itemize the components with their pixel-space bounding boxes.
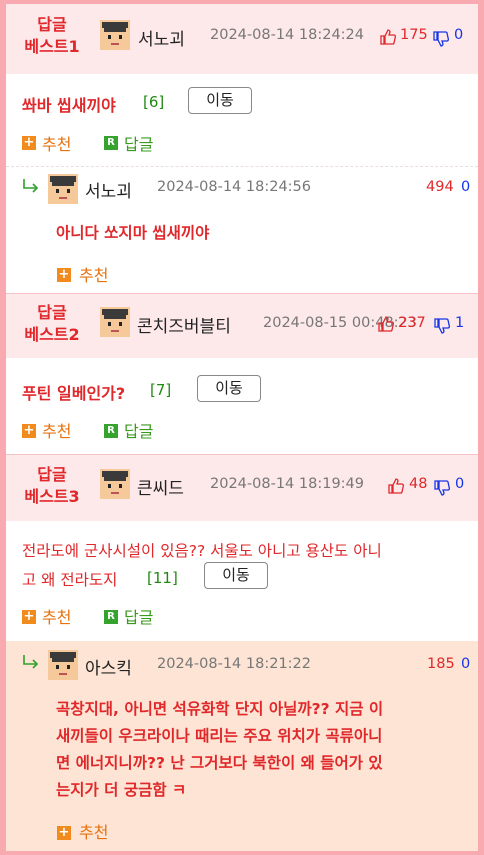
post-title[interactable]: 푸틴 일베인가? [22,380,125,404]
post-title[interactable]: 전라도에 군사시설이 있음?? 서울도 아니고 용산도 아니 [22,539,382,561]
best-badge-line1: 답글 [37,465,67,484]
upvote-count: 48 [409,476,428,492]
move-button[interactable]: 이동 [197,375,261,402]
reply-button[interactable]: 답글 [124,131,153,155]
thumbs-up-icon[interactable] [380,29,396,45]
comment-text-line1: 곡창지대, 아니면 석유화학 단지 아닐까?? 지금 이 [56,700,384,718]
plus-icon: + [57,825,71,840]
best-badge-line2: 베스트1 [24,37,80,56]
plus-icon: + [22,135,36,150]
upvote-count: 237 [398,315,426,331]
best-badge: 답글 베스트2 [12,302,92,346]
comment-text: 아니다 쏘지마 씹새끼야 [56,224,210,242]
comment-author[interactable]: 서노괴 [85,177,132,202]
recommend-button[interactable]: 추천 [79,262,108,286]
avatar[interactable] [48,174,78,204]
reply-arrow-icon [23,179,39,193]
thumbs-up-icon[interactable] [388,478,404,494]
reply-arrow-icon [23,655,39,669]
upvote-count: 494 [426,179,454,195]
thumbs-up-icon[interactable] [378,316,394,332]
plus-icon: + [22,609,36,624]
thumbs-down-icon[interactable] [433,31,449,47]
downvote-count: 0 [461,179,471,195]
thumbs-down-icon[interactable] [434,480,450,496]
post-title-line2[interactable]: 고 왜 전라도지 [22,568,117,590]
post-date: 2024-08-14 18:19:49 [210,476,364,492]
best-badge: 답글 베스트1 [12,14,92,58]
reply-r-icon: R [104,610,118,624]
post-date: 2024-08-14 18:24:24 [210,27,364,43]
downvote-count: 0 [461,656,471,672]
comment-author[interactable]: 아스킥 [85,654,132,679]
reply-button[interactable]: 답글 [124,604,153,628]
avatar[interactable] [100,307,130,337]
post-author[interactable]: 서노괴 [138,25,185,50]
avatar[interactable] [100,20,130,50]
recommend-button[interactable]: 추천 [42,418,71,442]
comment-count: [11] [147,569,178,587]
avatar[interactable] [100,469,130,499]
reply-r-icon: R [104,424,118,438]
reply-r-icon: R [104,136,118,150]
comment-count: [6] [143,93,165,111]
best-badge: 답글 베스트3 [12,464,92,508]
reply-button[interactable]: 답글 [124,418,153,442]
best-badge-line1: 답글 [37,15,67,34]
comment-date: 2024-08-14 18:24:56 [157,179,311,195]
comment-date: 2024-08-14 18:21:22 [157,656,311,672]
avatar[interactable] [48,650,78,680]
thumbs-down-icon[interactable] [434,318,450,334]
recommend-button[interactable]: 추천 [79,819,108,843]
post-author[interactable]: 콘치즈버블티 [137,312,231,337]
upvote-count: 175 [400,27,428,43]
best-badge-line2: 베스트3 [24,487,80,506]
post-author[interactable]: 큰씨드 [137,474,184,499]
downvote-count: 0 [454,27,464,43]
plus-icon: + [57,267,71,282]
comment-text-line3: 면 에너지니까?? 난 그거보다 북한이 왜 들어가 있 [56,754,383,772]
best-replies-panel: 답글 베스트1 서노괴 2024-08-14 18:24:24 175 0 쏴바… [6,4,478,851]
move-button[interactable]: 이동 [188,87,252,114]
recommend-button[interactable]: 추천 [42,604,71,628]
plus-icon: + [22,423,36,438]
move-button[interactable]: 이동 [204,562,268,589]
best-badge-line2: 베스트2 [24,325,80,344]
comment-count: [7] [150,381,172,399]
best-badge-line1: 답글 [37,303,67,322]
divider [6,166,478,167]
post-title[interactable]: 쏴바 씹새끼야 [22,92,116,116]
recommend-button[interactable]: 추천 [42,131,71,155]
downvote-count: 0 [455,476,465,492]
downvote-count: 1 [455,315,465,331]
upvote-count: 185 [427,656,455,672]
comment-text-line2: 새끼들이 우크라이나 때리는 주요 위치가 곡류아니 [56,727,383,745]
comment-text-line4: 는지가 더 궁금함 ㅋ [56,781,187,799]
